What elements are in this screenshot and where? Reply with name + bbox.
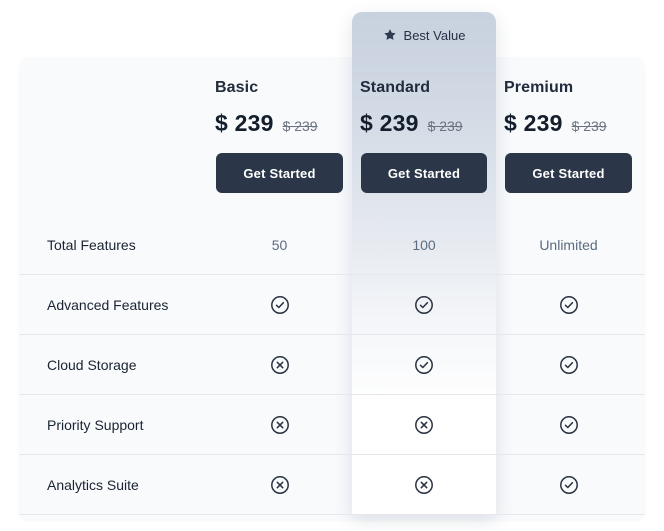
plan-name: Standard	[360, 79, 488, 97]
plan-header-premium: Premium $ 239 $ 239 Get Started	[496, 57, 641, 215]
feature-available	[496, 415, 641, 435]
feature-unavailable	[352, 415, 496, 435]
feature-unavailable	[207, 475, 352, 495]
x-circle-icon	[270, 475, 290, 495]
get-started-button-premium[interactable]: Get Started	[505, 153, 632, 193]
x-circle-icon	[270, 355, 290, 375]
price-current: $ 239	[360, 110, 419, 137]
price-line: $ 239 $ 239	[215, 110, 344, 137]
feature-label: Priority Support	[19, 417, 207, 433]
check-circle-icon	[559, 355, 579, 375]
check-circle-icon	[414, 295, 434, 315]
feature-available	[496, 355, 641, 375]
best-value-label: Best Value	[404, 28, 466, 43]
check-circle-icon	[559, 415, 579, 435]
check-circle-icon	[414, 355, 434, 375]
header-spacer	[19, 57, 207, 215]
table-row-analytics-suite: Analytics Suite	[19, 455, 645, 515]
plan-header-standard: Standard $ 239 $ 239 Get Started	[352, 57, 496, 215]
feature-unavailable	[207, 415, 352, 435]
table-row-priority-support: Priority Support	[19, 395, 645, 455]
plan-name: Premium	[504, 79, 633, 97]
feature-value: 50	[207, 237, 352, 253]
price-line: $ 239 $ 239	[360, 110, 488, 137]
pricing-table: Basic $ 239 $ 239 Get Started Standard $…	[19, 57, 645, 515]
x-circle-icon	[414, 475, 434, 495]
star-icon	[383, 28, 397, 42]
get-started-button-standard[interactable]: Get Started	[361, 153, 487, 193]
table-row-advanced-features: Advanced Features	[19, 275, 645, 335]
feature-label: Total Features	[19, 237, 207, 253]
feature-available	[496, 475, 641, 495]
price-current: $ 239	[215, 110, 274, 137]
check-circle-icon	[559, 475, 579, 495]
table-row-total-features: Total Features 50 100 Unlimited	[19, 215, 645, 275]
plan-name: Basic	[215, 79, 344, 97]
price-old: $ 239	[428, 118, 463, 134]
table-row-cloud-storage: Cloud Storage	[19, 335, 645, 395]
feature-label: Advanced Features	[19, 297, 207, 313]
x-circle-icon	[414, 415, 434, 435]
plan-header-basic: Basic $ 239 $ 239 Get Started	[207, 57, 352, 215]
feature-value: Unlimited	[496, 237, 641, 253]
feature-available	[207, 295, 352, 315]
get-started-button-basic[interactable]: Get Started	[216, 153, 343, 193]
feature-label: Analytics Suite	[19, 477, 207, 493]
feature-label: Cloud Storage	[19, 357, 207, 373]
feature-available	[352, 295, 496, 315]
price-old: $ 239	[283, 118, 318, 134]
feature-available	[496, 295, 641, 315]
check-circle-icon	[559, 295, 579, 315]
feature-available	[352, 355, 496, 375]
pricing-page: Best Value Basic $ 239 $ 239 Get Started…	[0, 0, 664, 531]
price-current: $ 239	[504, 110, 563, 137]
price-old: $ 239	[572, 118, 607, 134]
best-value-badge: Best Value	[352, 12, 496, 58]
x-circle-icon	[270, 415, 290, 435]
check-circle-icon	[270, 295, 290, 315]
feature-unavailable	[207, 355, 352, 375]
feature-value: 100	[352, 237, 496, 253]
price-line: $ 239 $ 239	[504, 110, 633, 137]
feature-unavailable	[352, 475, 496, 495]
plan-header-row: Basic $ 239 $ 239 Get Started Standard $…	[19, 57, 645, 215]
